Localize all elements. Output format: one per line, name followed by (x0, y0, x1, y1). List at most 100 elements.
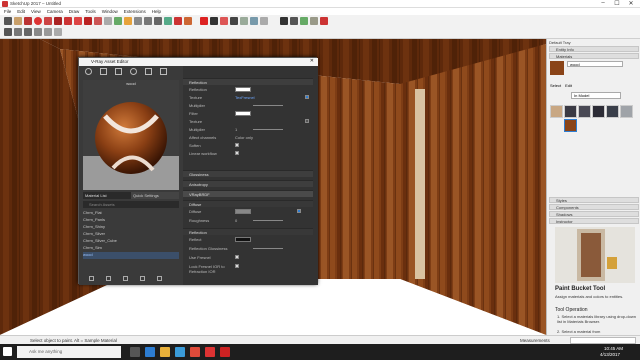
vray-dome-icon[interactable] (260, 17, 268, 25)
soften-checkbox[interactable] (235, 143, 239, 147)
measurements-input[interactable] (570, 337, 636, 344)
library-dropdown[interactable]: In Model (571, 92, 621, 99)
multiplier-slider[interactable] (253, 105, 283, 106)
rectangle-tool-icon[interactable] (54, 17, 62, 25)
panel-shadows[interactable]: Shadows (549, 211, 639, 217)
menu-view[interactable]: View (31, 9, 41, 14)
zoom-tool-icon[interactable] (154, 17, 162, 25)
chrome-icon[interactable] (190, 347, 200, 357)
menu-edit[interactable]: Edit (17, 9, 25, 14)
paint-bucket-icon[interactable] (124, 17, 132, 25)
move-tool-icon[interactable] (74, 17, 82, 25)
save-material-icon[interactable] (123, 276, 128, 281)
refl-glossiness-slider[interactable] (253, 248, 283, 249)
rotate-tool-icon[interactable] (84, 17, 92, 25)
taskbar-search-input[interactable]: Ask me anything (17, 346, 121, 358)
list-item[interactable]: Chrm_Flat (83, 210, 179, 217)
vray-light-icon[interactable] (240, 17, 248, 25)
section-reflection[interactable]: Reflection (183, 78, 313, 85)
diffuse-color-swatch[interactable] (235, 209, 251, 214)
extension-warehouse-icon[interactable] (184, 17, 192, 25)
panel-styles[interactable]: Styles (549, 197, 639, 203)
offset-tool-icon[interactable] (104, 17, 112, 25)
diffuse-map-icon[interactable] (297, 209, 301, 213)
store-icon[interactable] (175, 347, 185, 357)
pencil-tool-icon[interactable] (24, 17, 32, 25)
multiplier2-slider[interactable] (253, 129, 283, 130)
tab-edit[interactable]: Edit (565, 83, 572, 89)
material-thumb[interactable] (550, 105, 563, 118)
menu-help[interactable]: Help (152, 9, 161, 14)
section-vraybrdf[interactable]: VRayBRDF (183, 190, 313, 197)
lock-fresnel-checkbox[interactable] (235, 264, 239, 268)
list-item-selected[interactable]: wood (83, 252, 179, 259)
roughness-value[interactable]: 0 (235, 218, 237, 223)
iso-view-icon[interactable] (4, 28, 12, 36)
roughness-slider[interactable] (253, 220, 283, 221)
tab-select[interactable]: Select (550, 83, 561, 89)
lights-category-icon[interactable] (100, 68, 107, 75)
menu-window[interactable]: Window (102, 9, 118, 14)
material-thumb[interactable] (592, 105, 605, 118)
tab-material-list[interactable]: Material List (83, 192, 131, 199)
circle-tool-icon[interactable] (34, 17, 42, 25)
task-view-icon[interactable] (130, 347, 140, 357)
vray-asset-editor-icon[interactable] (210, 17, 218, 25)
texture-value[interactable]: TexFresnel (235, 95, 255, 100)
vray-render-icon[interactable] (200, 17, 208, 25)
list-item[interactable]: Chrm_Silver_Cube (83, 238, 179, 245)
front-view-icon[interactable] (24, 28, 32, 36)
vray-interactive-icon[interactable] (220, 17, 228, 25)
list-item[interactable]: Chrm_Panls (83, 217, 179, 224)
multiplier2-value[interactable]: 1 (235, 127, 237, 132)
load-material-icon[interactable] (106, 276, 111, 281)
menu-camera[interactable]: Camera (47, 9, 63, 14)
section-anisotropy[interactable]: Anisotropy (183, 180, 313, 187)
zoom-extents-icon[interactable] (164, 17, 172, 25)
add-material-icon[interactable] (89, 276, 94, 281)
menu-file[interactable]: File (4, 9, 11, 14)
textures-category-icon[interactable] (130, 68, 137, 75)
panel-instructor[interactable]: Instructor (549, 218, 639, 224)
push-pull-tool-icon[interactable] (64, 17, 72, 25)
reflection-color-swatch[interactable] (235, 87, 251, 92)
material-thumb[interactable] (606, 105, 619, 118)
list-item[interactable]: Chrm_Silver (83, 231, 179, 238)
tab-quick-settings[interactable]: Quick Settings (131, 192, 179, 199)
minimize-button[interactable]: – (596, 0, 610, 8)
section-reflection-brdf[interactable]: Reflection (183, 228, 313, 235)
duplicate-material-icon[interactable] (157, 276, 162, 281)
vray-taskbar-icon[interactable] (220, 347, 230, 357)
edge-browser-icon[interactable] (145, 347, 155, 357)
list-item[interactable]: Chrm_Shiny (83, 224, 179, 231)
texture-map-icon[interactable] (305, 95, 309, 99)
section-plane-icon[interactable] (320, 17, 328, 25)
menu-draw[interactable]: Draw (69, 9, 80, 14)
material-thumb-selected[interactable] (564, 119, 577, 132)
left-view-icon[interactable] (54, 28, 62, 36)
pan-tool-icon[interactable] (144, 17, 152, 25)
linear-workflow-checkbox[interactable] (235, 151, 239, 155)
affect-channels-dropdown[interactable]: Color only (235, 135, 253, 140)
menu-extensions[interactable]: Extensions (124, 9, 146, 14)
style-xray-icon[interactable] (280, 17, 288, 25)
use-fresnel-checkbox[interactable] (235, 255, 239, 259)
eraser-tool-icon[interactable] (14, 17, 22, 25)
select-tool-icon[interactable] (4, 17, 12, 25)
delete-material-icon[interactable] (140, 276, 145, 281)
vray-sphere-light-icon[interactable] (250, 17, 258, 25)
warehouse-icon[interactable] (174, 17, 182, 25)
menu-tools[interactable]: Tools (85, 9, 96, 14)
maximize-button[interactable]: ☐ (610, 0, 624, 8)
back-view-icon[interactable] (44, 28, 52, 36)
asset-search-input[interactable]: Search Assets (83, 201, 179, 208)
orbit-tool-icon[interactable] (134, 17, 142, 25)
render-elements-icon[interactable] (145, 68, 152, 75)
texture2-map-icon[interactable] (305, 119, 309, 123)
settings-category-icon[interactable] (160, 68, 167, 75)
material-thumb[interactable] (564, 105, 577, 118)
section-glossiness[interactable]: Glossiness (183, 170, 313, 177)
scale-tool-icon[interactable] (94, 17, 102, 25)
tape-measure-icon[interactable] (114, 17, 122, 25)
vray-frame-buffer-icon[interactable] (230, 17, 238, 25)
